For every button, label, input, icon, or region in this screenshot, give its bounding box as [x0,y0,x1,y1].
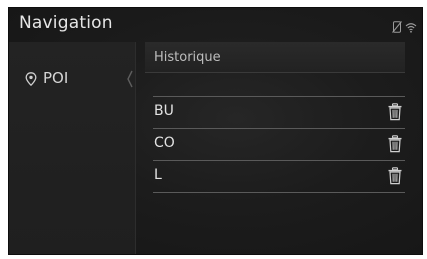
status-bar [392,18,417,37]
sidebar-item-poi[interactable]: POI [9,66,135,90]
list-item-label: BU [154,103,174,119]
section-title: Historique [154,50,221,65]
list-item-label: L [154,167,162,183]
trash-icon[interactable] [387,135,403,153]
chevron-left-icon [127,70,133,88]
sidebar: POI [9,42,136,254]
sidebar-item-label: POI [43,69,69,87]
list-item[interactable]: CO [153,128,405,159]
map-pin-icon [25,71,37,87]
phone-off-icon [392,18,402,37]
list-item[interactable]: BU [153,96,405,127]
wifi-icon [405,18,417,37]
navigation-screen: Navigation POI Historique BU CO L [8,7,423,255]
page-title: Navigation [19,13,113,33]
trash-icon[interactable] [387,167,403,185]
trash-icon[interactable] [387,103,403,121]
list-divider [153,192,405,193]
section-header: Historique [145,42,405,73]
list-item[interactable]: L [153,160,405,191]
list-item-label: CO [154,135,175,151]
